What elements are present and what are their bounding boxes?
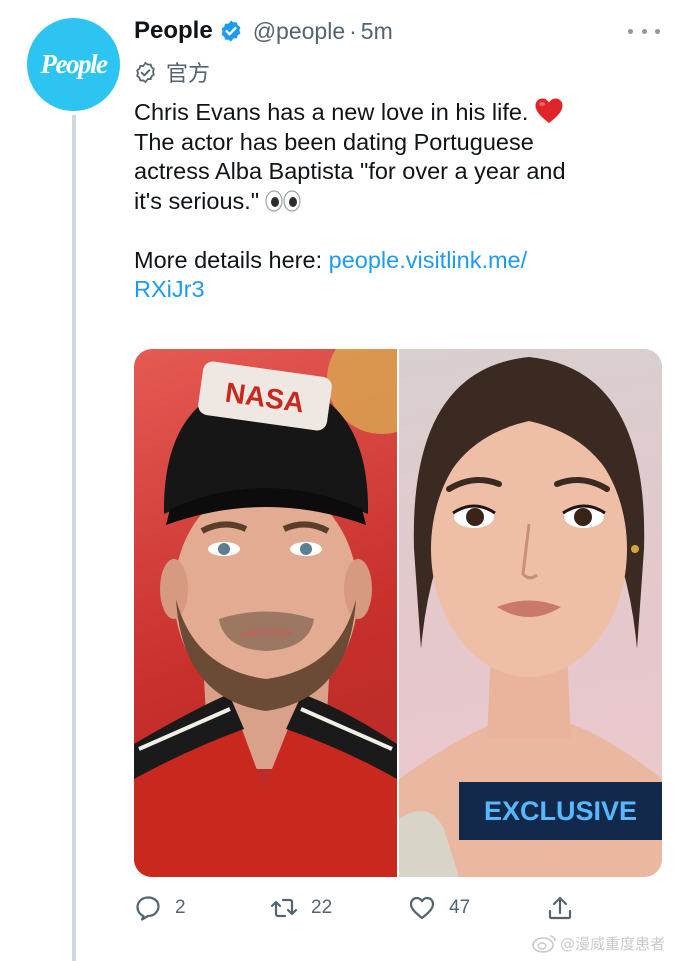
tweet-link[interactable]: people.visitlink.me/ [329, 247, 528, 273]
official-label: 官方 [166, 62, 211, 87]
like-count: 47 [449, 897, 471, 918]
man-portrait-illustration: NASA [134, 349, 397, 877]
reply-icon [136, 896, 160, 921]
tweet-media[interactable]: NASA EXCLUSIVE [134, 349, 662, 877]
tweet-line-3: actress Alba Baptista "for over a year a… [134, 158, 566, 184]
official-badge-icon [136, 61, 155, 83]
tweet-header: People @people · 5m [134, 14, 393, 48]
exclusive-badge: EXCLUSIVE [459, 782, 662, 840]
weibo-logo-icon [532, 935, 556, 953]
tweet-line-4: it's serious." [134, 187, 260, 214]
photo-left[interactable]: NASA [134, 349, 397, 877]
retweet-button[interactable]: 22 [270, 890, 332, 926]
weibo-watermark: @漫威重度患者 [532, 932, 665, 954]
retweet-count: 22 [311, 897, 333, 918]
verified-badge-icon [221, 20, 241, 42]
details-prefix: More details here: [134, 246, 329, 273]
thread-line [72, 115, 76, 961]
retweet-icon [270, 898, 298, 918]
reply-button[interactable]: 2 [134, 890, 186, 926]
avatar[interactable]: People [27, 18, 120, 111]
tweet-text: Chris Evans has a new love in his life. … [134, 97, 654, 305]
more-dot [655, 28, 660, 34]
tweet-link-continued[interactable]: RXiJr3 [134, 276, 205, 302]
account-handle[interactable]: @people [253, 18, 345, 45]
account-name[interactable]: People [134, 17, 213, 45]
tweet-line-2: The actor has been dating Portuguese [134, 128, 534, 155]
eyes-emoji-icon [265, 189, 301, 212]
avatar-logo-text: People [40, 49, 108, 79]
tweet-line-1: Chris Evans has a new love in his life. [134, 99, 529, 125]
more-dot [628, 28, 633, 34]
red-heart-emoji-icon [535, 98, 563, 123]
tweet-time[interactable]: 5m [361, 18, 393, 45]
watermark-text: @漫威重度患者 [560, 934, 666, 953]
like-heart-icon [409, 896, 435, 920]
like-button[interactable]: 47 [408, 890, 470, 926]
share-icon [548, 896, 572, 920]
more-dot [641, 28, 647, 34]
share-button[interactable] [546, 890, 574, 926]
photo-divider [397, 349, 399, 877]
reply-count: 2 [175, 897, 186, 918]
official-label-row: 官方 [134, 58, 211, 87]
more-options-icon[interactable] [628, 22, 660, 40]
exclusive-badge-text: EXCLUSIVE [483, 795, 638, 826]
tweet-actions: 2 22 47 [134, 890, 654, 926]
header-separator: · [349, 17, 357, 44]
